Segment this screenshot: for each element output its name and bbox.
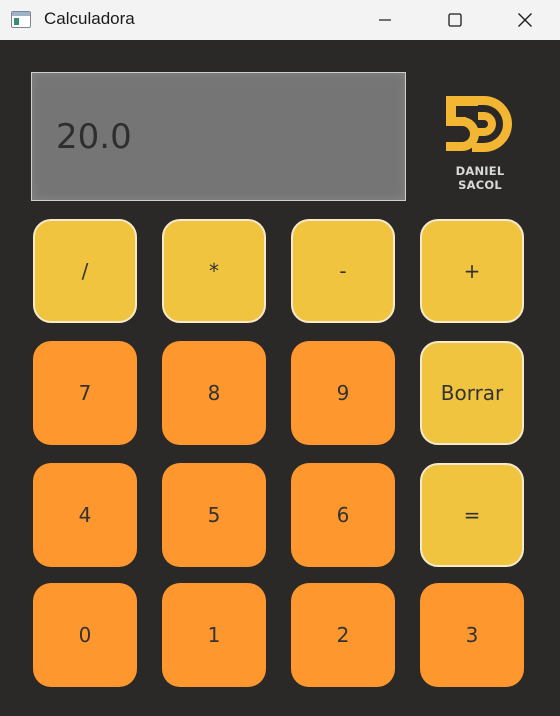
result-display: 20.0 bbox=[31, 72, 406, 201]
multiply-button[interactable]: * bbox=[162, 219, 266, 323]
window-title: Calculadora bbox=[44, 9, 135, 28]
5d-logo-icon bbox=[446, 96, 512, 152]
calculator-window: Calculadora 20.0 DANIEL SACOL / * - + 7 … bbox=[0, 0, 560, 716]
app-window-icon bbox=[11, 11, 31, 28]
logo-text: DANIEL SACOL bbox=[455, 164, 505, 192]
digit-8-button[interactable]: 8 bbox=[162, 341, 266, 445]
title-bar[interactable]: Calculadora bbox=[0, 0, 560, 40]
display-value: 20.0 bbox=[56, 117, 132, 157]
clear-button[interactable]: Borrar bbox=[420, 341, 524, 445]
digit-4-button[interactable]: 4 bbox=[33, 463, 137, 567]
maximize-icon bbox=[448, 13, 462, 27]
maximize-button[interactable] bbox=[420, 0, 490, 40]
digit-6-button[interactable]: 6 bbox=[291, 463, 395, 567]
digit-7-button[interactable]: 7 bbox=[33, 341, 137, 445]
minimize-button[interactable] bbox=[350, 0, 420, 40]
add-button[interactable]: + bbox=[420, 219, 524, 323]
digit-2-button[interactable]: 2 bbox=[291, 583, 395, 687]
close-icon bbox=[518, 13, 532, 27]
digit-3-button[interactable]: 3 bbox=[420, 583, 524, 687]
minimize-icon bbox=[379, 19, 391, 21]
close-button[interactable] bbox=[490, 0, 560, 40]
digit-5-button[interactable]: 5 bbox=[162, 463, 266, 567]
digit-0-button[interactable]: 0 bbox=[33, 583, 137, 687]
subtract-button[interactable]: - bbox=[291, 219, 395, 323]
brand-logo: DANIEL SACOL bbox=[432, 92, 528, 192]
equals-button[interactable]: = bbox=[420, 463, 524, 567]
digit-1-button[interactable]: 1 bbox=[162, 583, 266, 687]
digit-9-button[interactable]: 9 bbox=[291, 341, 395, 445]
divide-button[interactable]: / bbox=[33, 219, 137, 323]
